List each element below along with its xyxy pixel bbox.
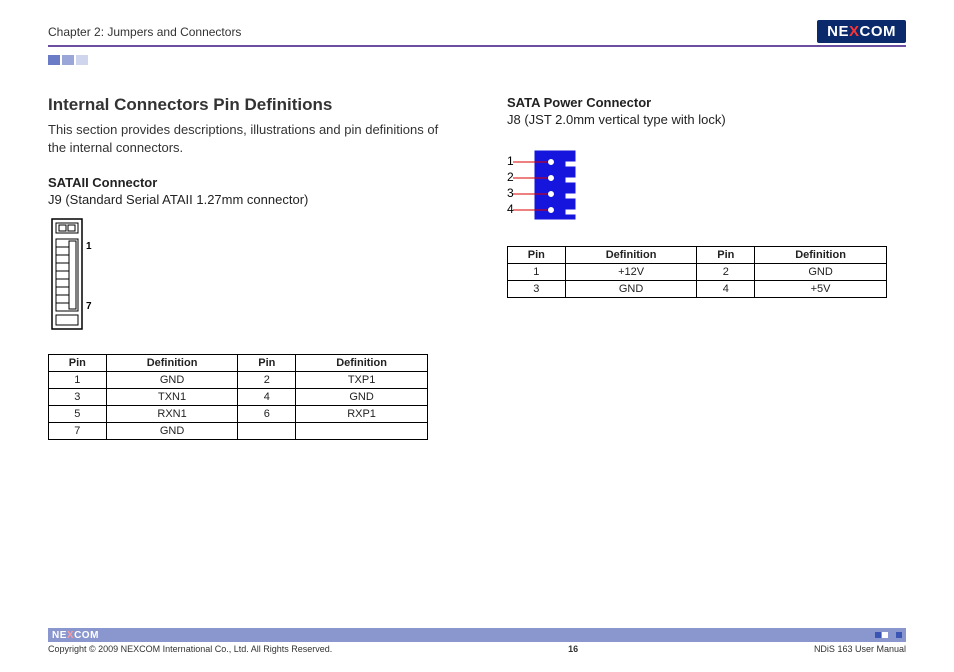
sata-power-heading: SATA Power Connector (507, 95, 906, 110)
nexcom-logo: NEXCOM (817, 20, 906, 43)
table-row: 5RXN16RXP1 (49, 406, 428, 423)
footer-decorative-icon (875, 632, 902, 638)
sataii-heading: SATAII Connector (48, 175, 447, 190)
table-row: 1+12V2GND (508, 264, 887, 281)
page-number: 16 (568, 644, 578, 654)
jst-pin-4: 4 (507, 202, 514, 216)
table-row: 1GND2TXP1 (49, 372, 428, 389)
table-row: 3TXN14GND (49, 389, 428, 406)
logo-part-1: NE (827, 23, 849, 40)
th-pin: Pin (49, 355, 107, 372)
logo-part-2: COM (860, 23, 897, 40)
sataii-pin-table: Pin Definition Pin Definition 1GND2TXP1 … (48, 354, 428, 440)
chapter-title: Chapter 2: Jumpers and Connectors (48, 25, 241, 39)
copyright-text: Copyright © 2009 NEXCOM International Co… (48, 644, 332, 654)
pin-1-label: 1 (86, 241, 92, 252)
jst-pin-3: 3 (507, 186, 514, 200)
jst-pin-2: 2 (507, 170, 514, 184)
th-pin: Pin (508, 247, 566, 264)
section-title: Internal Connectors Pin Definitions (48, 95, 447, 115)
pin-7-label: 7 (86, 301, 92, 312)
table-row: 7GND (49, 423, 428, 440)
manual-name: NDiS 163 User Manual (814, 644, 906, 654)
sataii-connector-diagram: 1 7 (48, 217, 108, 337)
sata-power-connector-diagram: 1 2 3 4 (507, 145, 607, 225)
footer-logo: NEXCOM (52, 630, 99, 641)
th-def: Definition (296, 355, 428, 372)
th-pin: Pin (697, 247, 755, 264)
section-description: This section provides descriptions, illu… (48, 121, 447, 157)
th-def: Definition (106, 355, 238, 372)
sataii-desc: J9 (Standard Serial ATAII 1.27mm connect… (48, 192, 447, 207)
jst-pin-1: 1 (507, 154, 514, 168)
table-row: 3GND4+5V (508, 281, 887, 298)
sata-power-pin-table: Pin Definition Pin Definition 1+12V2GND … (507, 246, 887, 298)
logo-x: X (849, 23, 860, 40)
decorative-squares (48, 55, 906, 65)
th-pin: Pin (238, 355, 296, 372)
th-def: Definition (565, 247, 697, 264)
sata-power-desc: J8 (JST 2.0mm vertical type with lock) (507, 112, 906, 127)
th-def: Definition (755, 247, 887, 264)
